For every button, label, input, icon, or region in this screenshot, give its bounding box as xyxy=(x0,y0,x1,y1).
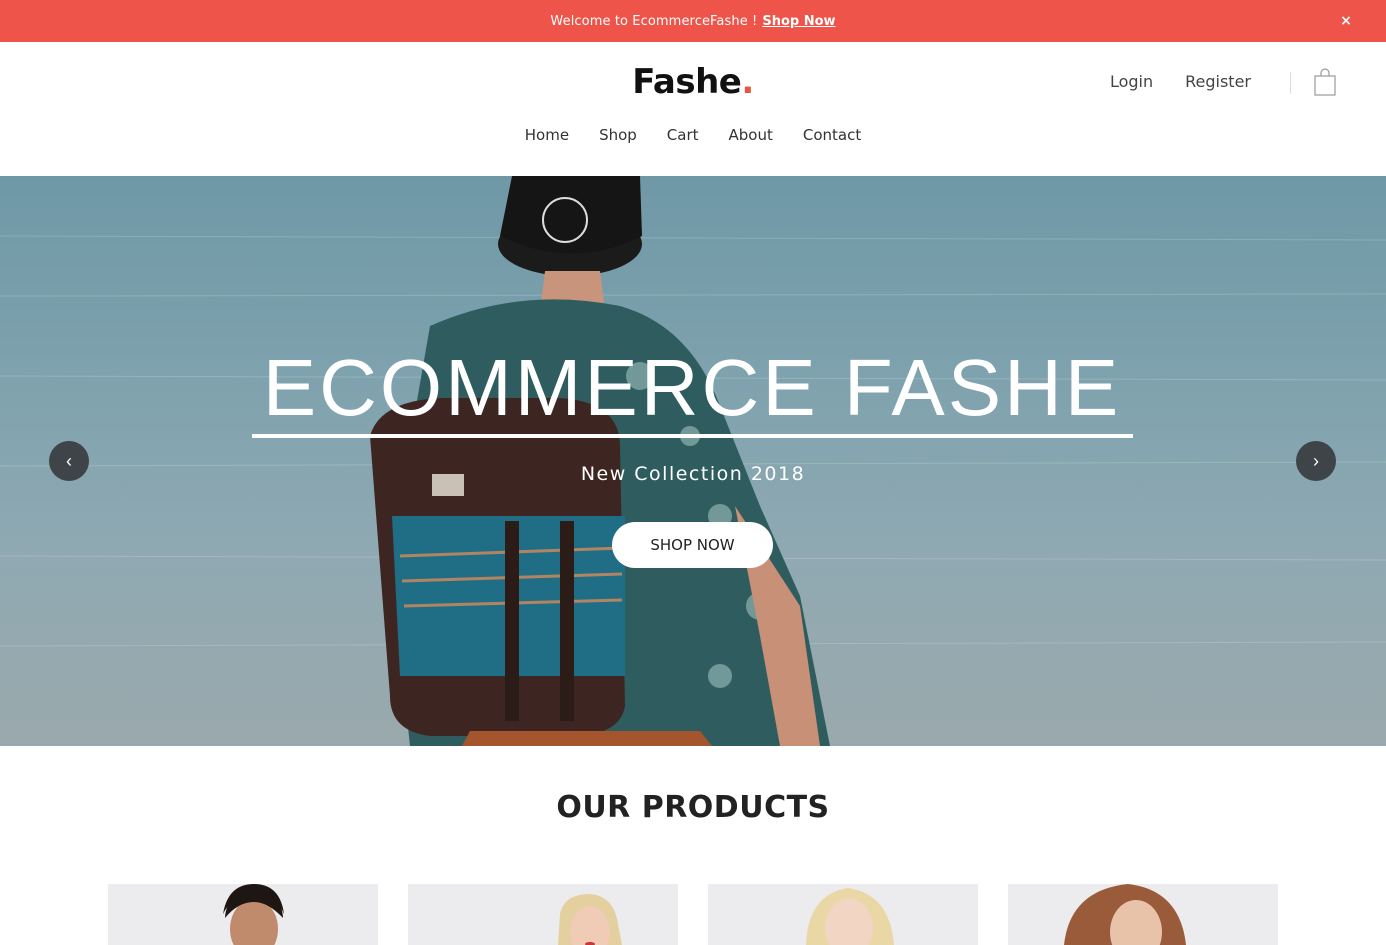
hero-title: ECOMMERCE FASHE xyxy=(262,343,1122,432)
hero-slider: ECOMMERCE FASHE New Collection 2018 SHOP… xyxy=(0,176,1386,746)
login-link[interactable]: Login xyxy=(1110,72,1153,91)
nav-item-about[interactable]: About xyxy=(729,126,773,144)
shop-now-button[interactable]: SHOP NOW xyxy=(612,522,773,568)
announcement-bar: Welcome to EcommerceFashe ! Shop Now × xyxy=(0,0,1386,42)
chevron-left-icon[interactable]: ‹ xyxy=(49,441,89,481)
site-header: Fashe. Login Register Home Shop Cart Abo… xyxy=(0,42,1386,176)
announcement-shop-now-link[interactable]: Shop Now xyxy=(762,14,835,29)
product-card[interactable] xyxy=(1008,884,1278,945)
logo-dot: . xyxy=(741,62,754,102)
product-card[interactable] xyxy=(108,884,378,945)
product-image xyxy=(806,888,894,945)
chevron-right-icon[interactable]: › xyxy=(1296,441,1336,481)
main-nav: Home Shop Cart About Contact xyxy=(0,126,1386,144)
product-image xyxy=(1064,884,1186,945)
header-divider xyxy=(1290,72,1291,94)
hero-image xyxy=(0,176,1386,746)
product-card[interactable] xyxy=(708,884,978,945)
close-icon[interactable]: × xyxy=(1336,11,1356,31)
account-links: Login Register xyxy=(1110,72,1251,91)
register-link[interactable]: Register xyxy=(1185,72,1251,91)
product-image xyxy=(223,884,284,945)
nav-item-shop[interactable]: Shop xyxy=(599,126,637,144)
announcement-text: Welcome to EcommerceFashe ! xyxy=(550,13,758,29)
hero-subtitle: New Collection 2018 xyxy=(580,463,806,485)
section-title-products: OUR PRODUCTS xyxy=(556,790,830,825)
nav-item-contact[interactable]: Contact xyxy=(803,126,861,144)
nav-item-home[interactable]: Home xyxy=(525,126,569,144)
hero-underline xyxy=(252,434,1133,438)
product-image xyxy=(558,894,622,945)
nav-item-cart[interactable]: Cart xyxy=(667,126,699,144)
shopping-bag-icon[interactable] xyxy=(1314,68,1336,96)
logo-text: Fashe xyxy=(632,62,742,102)
product-card[interactable] xyxy=(408,884,678,945)
